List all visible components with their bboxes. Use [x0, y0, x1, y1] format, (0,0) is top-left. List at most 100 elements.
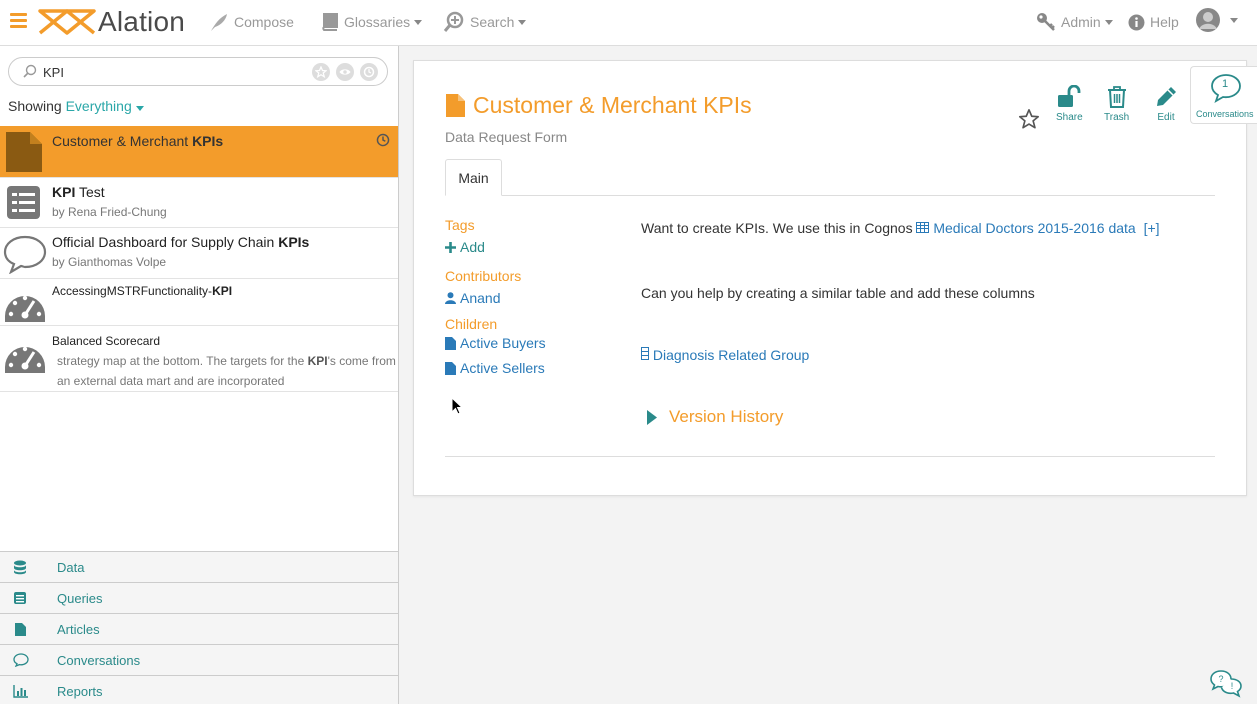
showing-prefix: Showing [8, 98, 62, 114]
feather-icon [211, 14, 227, 31]
caret-right-icon [647, 409, 657, 425]
catalog-nav-label: Articles [57, 622, 100, 637]
user-menu[interactable] [1195, 8, 1238, 32]
mouse-cursor-icon [451, 397, 463, 415]
trash-label: Trash [1104, 112, 1130, 123]
page-title-row: Customer & Merchant KPIs [445, 92, 752, 119]
result-item[interactable]: Balanced Scorecard strategy map at the b… [0, 326, 398, 392]
nav-admin-label: Admin [1061, 14, 1101, 30]
result-item[interactable]: AccessingMSTRFunctionality-KPI [0, 279, 398, 326]
table-icon [916, 222, 930, 233]
tab-main[interactable]: Main [445, 159, 502, 196]
version-history-toggle[interactable]: Version History [647, 407, 783, 427]
result-item[interactable]: Official Dashboard for Supply Chain KPIs… [0, 228, 398, 279]
body-paragraph-1: Want to create KPIs. We use this in Cogn… [641, 220, 1160, 236]
column-link[interactable]: Diagnosis Related Group [641, 347, 809, 363]
clock-icon [363, 66, 375, 78]
body-paragraph-3: Diagnosis Related Group [641, 347, 809, 363]
result-title: Customer & Merchant KPIs [52, 133, 224, 149]
share-label: Share [1056, 112, 1083, 123]
catalog-nav-label: Conversations [57, 653, 141, 668]
unlock-icon [1058, 85, 1081, 107]
nav-help[interactable]: Help [1128, 11, 1179, 33]
tab-bar: Main [445, 159, 1215, 196]
recent-filter-button[interactable] [360, 63, 378, 81]
share-button[interactable]: Share [1056, 85, 1083, 123]
body-paragraph-2: Can you help by creating a similar table… [641, 285, 1035, 301]
chat-help-icon[interactable]: ?! [1209, 669, 1243, 699]
contributors-label: Contributors [445, 268, 522, 284]
result-snippet-line1: strategy map at the bottom. The targets … [57, 354, 396, 368]
result-title: Official Dashboard for Supply Chain KPIs [52, 234, 310, 250]
star-icon[interactable] [1018, 108, 1040, 130]
catalog-nav-conversations[interactable]: Conversations [0, 644, 398, 675]
watch-filter-button[interactable] [336, 63, 354, 81]
nav-compose-label: Compose [234, 14, 294, 30]
search-input[interactable] [43, 62, 303, 82]
catalog-nav-queries[interactable]: Queries [0, 582, 398, 613]
chevron-down-icon [1230, 17, 1238, 23]
catalog-nav-articles[interactable]: Articles [0, 613, 398, 644]
expand-link[interactable]: [+] [1144, 220, 1160, 236]
child-link[interactable]: Active Sellers [445, 360, 545, 376]
trash-icon [1107, 86, 1126, 108]
svg-text:!: ! [1231, 681, 1234, 691]
page-subtitle: Data Request Form [445, 129, 568, 145]
nav-search[interactable]: Search [443, 11, 527, 33]
edit-button[interactable]: Edit [1154, 85, 1178, 123]
contributor-link[interactable]: Anand [445, 290, 500, 306]
chevron-down-icon [135, 106, 144, 111]
divider [445, 456, 1215, 457]
catalog-nav-data[interactable]: Data [0, 551, 398, 582]
contributor-name: Anand [460, 290, 501, 306]
nav-compose[interactable]: Compose [209, 11, 294, 33]
page-title[interactable]: Customer & Merchant KPIs [473, 92, 752, 119]
column-icon [641, 347, 649, 360]
catalog-nav-label: Data [57, 560, 85, 575]
showing-filter-dropdown[interactable]: Everything [66, 98, 144, 114]
showing-filter: Showing Everything [8, 98, 144, 114]
nav-glossaries[interactable]: Glossaries [319, 11, 423, 33]
hamburger-menu-icon[interactable] [10, 13, 27, 29]
result-author: by Gianthomas Volpe [52, 255, 167, 269]
result-author: by Rena Fried-Chung [52, 205, 167, 219]
clock-icon[interactable] [376, 133, 390, 147]
bar-chart-icon [13, 685, 28, 698]
result-snippet-line2: an external data mart and are incorporat… [57, 374, 285, 388]
conversation-icon [13, 653, 29, 667]
tags-label: Tags [445, 217, 475, 233]
app-name: Alation [98, 6, 186, 37]
nav-search-label: Search [470, 14, 515, 30]
search-box [8, 57, 388, 86]
query-icon [7, 186, 40, 219]
avatar-icon [1196, 8, 1220, 32]
conversations-count: 1 [1222, 78, 1229, 90]
child-link-label: Active Sellers [460, 360, 545, 376]
result-title: AccessingMSTRFunctionality-KPI [52, 284, 233, 298]
result-title: Balanced Scorecard [52, 334, 161, 348]
conversations-tab-label: Conversations [1196, 109, 1254, 119]
child-link[interactable]: Active Buyers [445, 335, 546, 351]
catalog-nav: Data Queries Articles Conversations Repo… [0, 551, 398, 704]
table-link[interactable]: Medical Doctors 2015-2016 data [916, 220, 1139, 236]
article-icon [445, 336, 456, 350]
pencil-icon [1157, 87, 1176, 106]
book-icon [322, 13, 338, 31]
conversations-tab[interactable]: 1 Conversations [1190, 66, 1257, 124]
result-item[interactable]: Customer & Merchant KPIs [0, 126, 398, 178]
search-results: Customer & Merchant KPIs KPI Test by Ren… [0, 126, 398, 392]
result-item[interactable]: KPI Test by Rena Fried-Chung [0, 178, 398, 228]
key-icon [1037, 13, 1055, 31]
result-title: KPI Test [52, 184, 105, 200]
add-tag-button[interactable]: Add [445, 239, 485, 255]
report-gauge-icon [5, 346, 45, 373]
trash-button[interactable]: Trash [1104, 85, 1129, 123]
article-icon [15, 623, 26, 636]
queries-icon [14, 592, 26, 604]
alation-logo[interactable]: Alation [38, 6, 185, 38]
star-filter-button[interactable] [312, 63, 330, 81]
catalog-nav-reports[interactable]: Reports [0, 675, 398, 704]
nav-admin[interactable]: Admin [1036, 11, 1113, 33]
user-icon [445, 292, 456, 304]
eye-icon [339, 69, 351, 75]
